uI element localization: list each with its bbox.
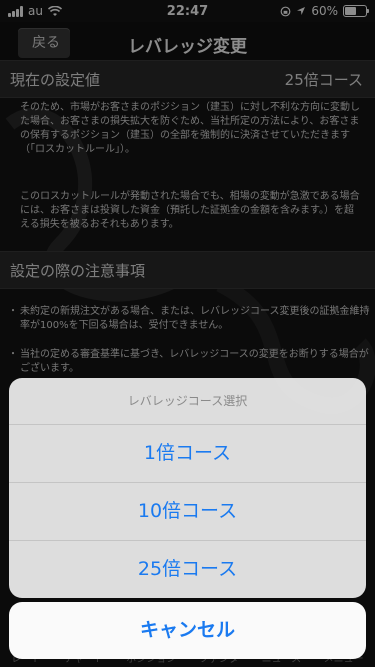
option-10x-course[interactable]: 10倍コース <box>9 483 366 541</box>
action-sheet-title: レバレッジコース選択 <box>9 378 366 425</box>
cancel-button[interactable]: キャンセル <box>9 602 366 659</box>
option-1x-course[interactable]: 1倍コース <box>9 425 366 483</box>
option-25x-course[interactable]: 25倍コース <box>9 541 366 598</box>
leverage-action-sheet: レバレッジコース選択 1倍コース 10倍コース 25倍コース <box>9 378 366 598</box>
